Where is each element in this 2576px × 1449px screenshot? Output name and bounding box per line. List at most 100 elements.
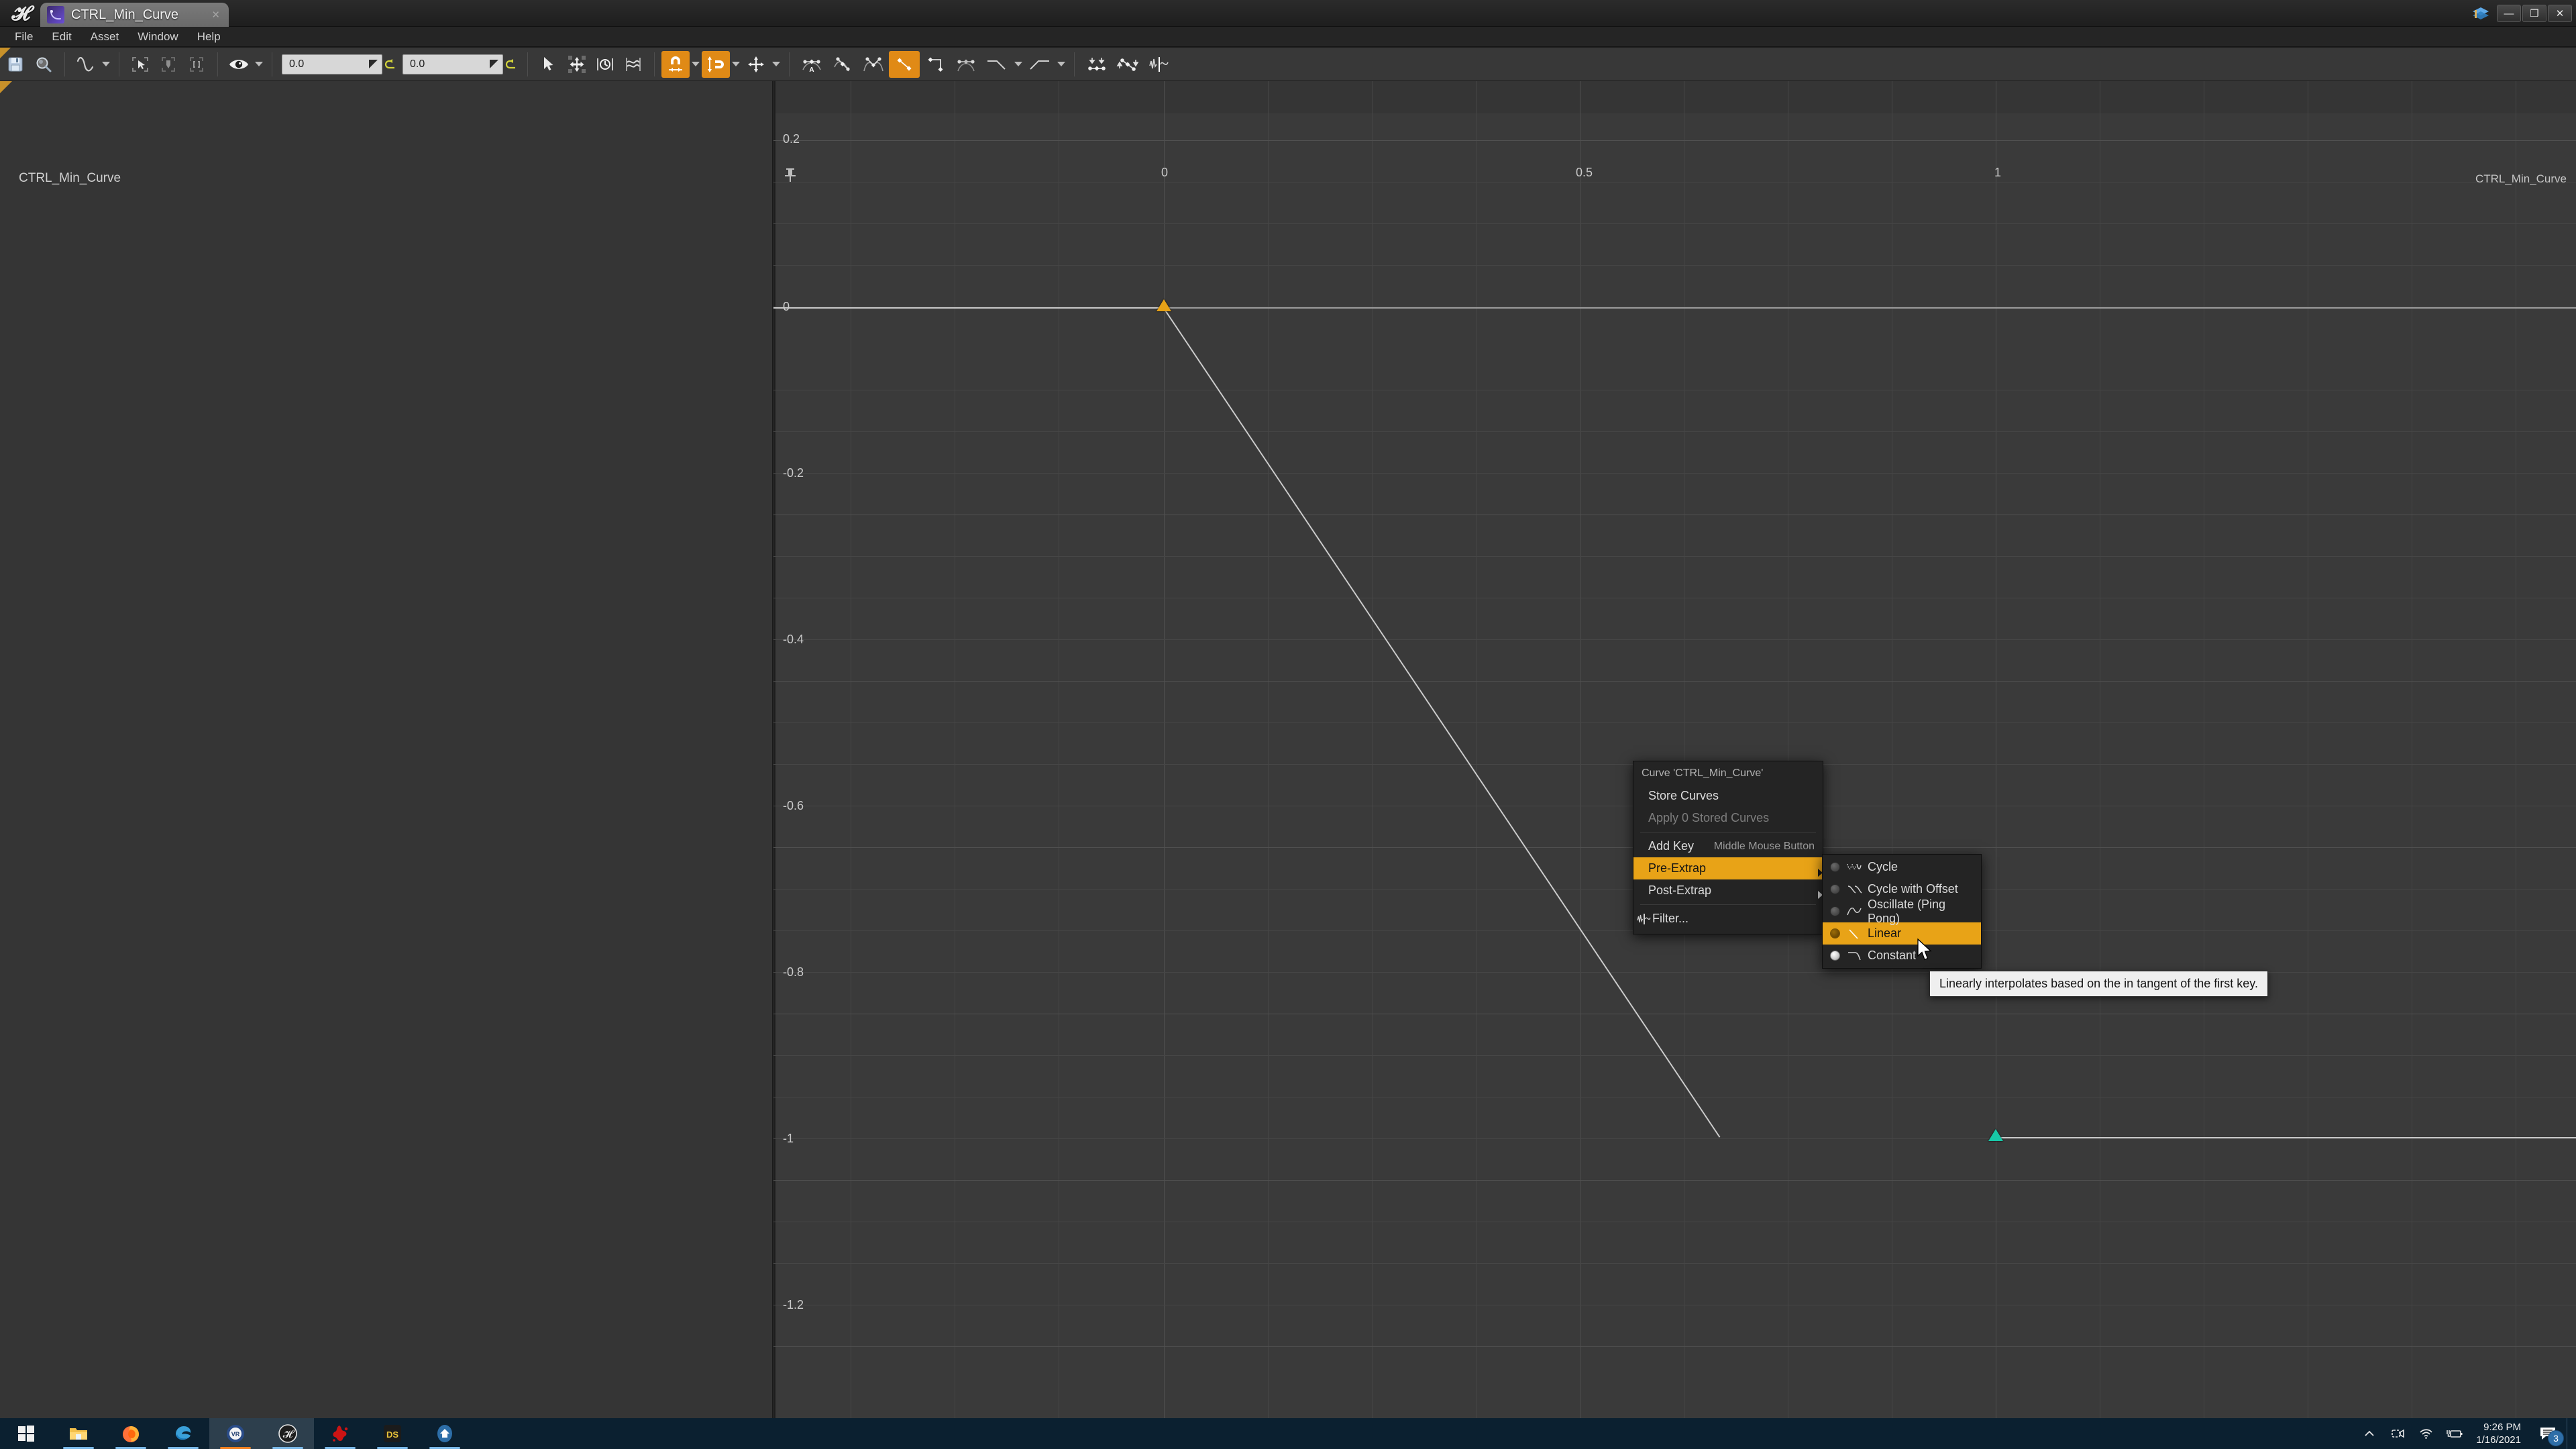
radio-button-selected[interactable] — [1830, 951, 1840, 961]
context-menu-item-post-extrap[interactable]: Post-Extrap — [1633, 879, 1823, 902]
time-snap-magnet-icon[interactable] — [661, 50, 690, 78]
value-snap-magnet-icon[interactable] — [702, 50, 730, 78]
value-snap-dropdown-caret-icon[interactable] — [730, 51, 742, 78]
time-snap-dropdown-caret-icon[interactable] — [690, 51, 702, 78]
visibility-eye-icon[interactable] — [225, 51, 253, 78]
curve-icon[interactable] — [72, 51, 100, 78]
file-explorer-icon[interactable] — [52, 1418, 105, 1449]
browse-icon[interactable] — [30, 51, 58, 78]
submenu-item-oscillate-ping-pong[interactable]: Oscillate (Ping Pong) — [1823, 898, 1981, 925]
radio-button[interactable] — [1830, 884, 1840, 894]
value-snap-spinner-icon[interactable] — [490, 60, 498, 68]
value-snap-revert-icon[interactable] — [503, 51, 521, 78]
firefox-icon[interactable] — [105, 1418, 157, 1449]
menu-edit[interactable]: Edit — [42, 28, 80, 46]
vr-app-icon[interactable]: VR — [209, 1418, 262, 1449]
gridline-h-major — [773, 140, 2576, 141]
show-desktop-button[interactable] — [2567, 1418, 2573, 1449]
gridline-h — [773, 431, 2576, 432]
plot-time-ruler[interactable] — [773, 81, 2576, 113]
notification-icon[interactable]: 3 — [2529, 1418, 2567, 1449]
document-tab-ctrl-min-curve[interactable]: CTRL_Min_Curve × — [40, 3, 229, 27]
ds-app-icon[interactable]: DS — [366, 1418, 419, 1449]
toolbar: 0.0 0.0 A — [0, 48, 2576, 81]
range-box-icon[interactable] — [182, 51, 211, 78]
pin-icon[interactable] — [783, 167, 798, 186]
curve-context-menu[interactable]: Curve 'CTRL_Min_Curve' Store Curves Appl… — [1633, 761, 1823, 934]
camera-icon[interactable] — [2383, 1418, 2412, 1449]
curve-track-pane[interactable]: CTRL_Min_Curve — [0, 81, 773, 1418]
tangent-constant-icon[interactable] — [920, 51, 951, 78]
submenu-item-label: Cycle with Offset — [1868, 882, 1958, 896]
svg-text:A: A — [809, 66, 814, 74]
radio-button[interactable] — [1830, 862, 1840, 872]
submenu-item-linear[interactable]: Linear — [1823, 922, 1981, 945]
show-hidden-icons-chevron[interactable] — [2355, 1418, 2383, 1449]
context-menu-item-store-curves[interactable]: Store Curves — [1633, 785, 1823, 807]
cycle-offset-curve-icon — [1845, 881, 1864, 898]
post-infinity-icon[interactable] — [1024, 51, 1055, 78]
submenu-item-cycle[interactable]: Cycle — [1823, 856, 1981, 878]
cursor-tool-icon[interactable] — [535, 51, 563, 78]
curve-plot[interactable]: 0 0.5 1 0.2 0 -0.2 -0.4 -0.6 -0.8 -1 -1.… — [773, 81, 2576, 1418]
gridline-v — [1372, 81, 1373, 1418]
axis-snap-icon[interactable] — [742, 51, 770, 78]
key-box-icon[interactable] — [154, 51, 182, 78]
curve-editor-graph-area[interactable]: CTRL_Min_Curve 0 0.5 1 0.2 0 -0.2 -0.4 -… — [0, 81, 2576, 1418]
edge-icon[interactable] — [157, 1418, 209, 1449]
value-snap-input[interactable]: 0.0 — [402, 54, 503, 74]
curve-dropdown-caret-icon[interactable] — [100, 51, 112, 78]
tangent-user-icon[interactable] — [827, 51, 858, 78]
pre-extrap-submenu[interactable]: Cycle Cycle with Offset Oscillate (Ping … — [1822, 854, 1982, 969]
pre-infinity-caret-icon[interactable] — [1012, 51, 1024, 78]
battery-charging-icon[interactable] — [2440, 1418, 2468, 1449]
straighten-tangents-icon[interactable] — [1112, 51, 1143, 78]
tangent-linear-icon[interactable] — [889, 50, 920, 78]
filter-icon[interactable] — [1143, 51, 1174, 78]
cycle-curve-icon — [1845, 859, 1864, 875]
tangent-cubic-smartauto-icon[interactable] — [951, 51, 981, 78]
linear-curve-icon — [1845, 926, 1864, 942]
context-menu-separator — [1640, 904, 1816, 905]
clock-time: 9:26 PM — [2483, 1421, 2521, 1433]
constant-curve-icon — [1845, 948, 1864, 964]
visibility-dropdown-caret-icon[interactable] — [253, 51, 265, 78]
context-menu-item-label: Store Curves — [1648, 789, 1719, 802]
keyframe-key-1[interactable] — [1988, 1129, 2003, 1141]
tangent-auto-icon[interactable]: A — [796, 51, 827, 78]
time-snap-input[interactable]: 0.0 — [282, 54, 382, 74]
close-button[interactable]: ✕ — [2548, 5, 2572, 22]
keyframe-key-0[interactable] — [1157, 299, 1171, 311]
menu-asset[interactable]: Asset — [81, 28, 129, 46]
home-app-icon[interactable] — [419, 1418, 471, 1449]
blood-splatter-icon[interactable] — [314, 1418, 366, 1449]
flatten-tangents-icon[interactable] — [1081, 51, 1112, 78]
context-menu-item-pre-extrap[interactable]: Pre-Extrap — [1633, 857, 1823, 879]
time-snap-revert-icon[interactable] — [382, 51, 400, 78]
radio-button[interactable] — [1830, 906, 1840, 916]
axis-snap-dropdown-caret-icon[interactable] — [770, 51, 782, 78]
wifi-icon[interactable] — [2412, 1418, 2440, 1449]
transform-tool-icon[interactable] — [563, 51, 591, 78]
menu-window[interactable]: Window — [128, 28, 187, 46]
multi-curve-icon[interactable] — [619, 51, 647, 78]
menu-help[interactable]: Help — [188, 28, 230, 46]
minimize-button[interactable]: — — [2497, 5, 2521, 22]
context-menu-item-add-key[interactable]: Add Key Middle Mouse Button — [1633, 835, 1823, 857]
svg-text:DS: DS — [386, 1430, 398, 1440]
select-box-icon[interactable] — [126, 51, 154, 78]
document-tab-close-icon[interactable]: × — [212, 9, 219, 21]
context-menu-item-filter[interactable]: Filter... — [1633, 908, 1823, 930]
restore-button[interactable]: ❐ — [2522, 5, 2546, 22]
start-button-icon[interactable] — [0, 1418, 52, 1449]
time-snap-spinner-icon[interactable] — [369, 60, 378, 68]
retime-tool-icon[interactable] — [591, 51, 619, 78]
taskbar-clock[interactable]: 9:26 PM 1/16/2021 — [2468, 1421, 2529, 1447]
radio-button[interactable] — [1830, 928, 1840, 938]
menu-file[interactable]: File — [5, 28, 42, 46]
tangent-break-icon[interactable] — [858, 51, 889, 78]
unreal-engine-icon[interactable]: 𝓗 — [262, 1418, 314, 1449]
pre-infinity-icon[interactable] — [981, 51, 1012, 78]
submenu-item-constant[interactable]: Constant — [1823, 945, 1981, 967]
post-infinity-caret-icon[interactable] — [1055, 51, 1067, 78]
